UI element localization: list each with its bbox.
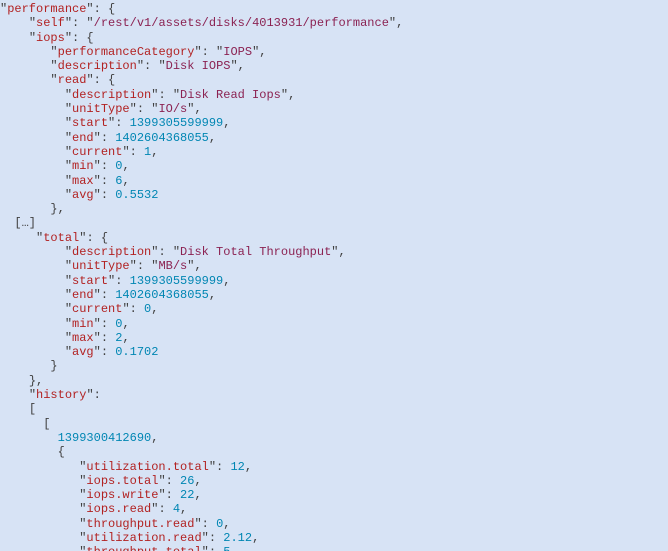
- code-line: {: [0, 445, 65, 459]
- code-line: "current": 0,: [0, 302, 158, 316]
- code-line: }: [0, 359, 58, 373]
- code-line: "current": 1,: [0, 145, 158, 159]
- code-line: "performance": {: [0, 2, 115, 16]
- code-line: [: [0, 417, 50, 431]
- code-line: "utilization.read": 2.12,: [0, 531, 259, 545]
- code-line: "iops.total": 26,: [0, 474, 202, 488]
- json-code-block: "performance": { "self": "/rest/v1/asset…: [0, 0, 668, 551]
- code-line: "description": "Disk Total Throughput",: [0, 245, 346, 259]
- code-line: "history":: [0, 388, 101, 402]
- code-line: "iops.write": 22,: [0, 488, 202, 502]
- code-line: 1399300412690,: [0, 431, 158, 445]
- code-line: "read": {: [0, 73, 115, 87]
- code-line: "avg": 0.5532: [0, 188, 158, 202]
- code-line: "min": 0,: [0, 159, 130, 173]
- code-line: "start": 1399305599999,: [0, 274, 230, 288]
- code-line: "utilization.total": 12,: [0, 460, 252, 474]
- code-line: "iops": {: [0, 31, 94, 45]
- code-line: },: [0, 202, 65, 216]
- code-line: "start": 1399305599999,: [0, 116, 230, 130]
- code-line: "total": {: [0, 231, 108, 245]
- code-line: "avg": 0.1702: [0, 345, 158, 359]
- code-line: "throughput.read": 0,: [0, 517, 230, 531]
- code-line: "min": 0,: [0, 317, 130, 331]
- code-line: "unitType": "MB/s",: [0, 259, 202, 273]
- code-line: "max": 6,: [0, 174, 130, 188]
- code-line: "self": "/rest/v1/assets/disks/4013931/p…: [0, 16, 403, 30]
- code-line: "description": "Disk IOPS",: [0, 59, 245, 73]
- code-line: "max": 2,: [0, 331, 130, 345]
- code-line: "throughput.total": 5,: [0, 545, 238, 551]
- code-line: "description": "Disk Read Iops",: [0, 88, 295, 102]
- code-line: [: [0, 402, 36, 416]
- code-line: "iops.read": 4,: [0, 502, 187, 516]
- code-line: […]: [0, 216, 36, 230]
- code-line: "end": 1402604368055,: [0, 131, 216, 145]
- code-line: "end": 1402604368055,: [0, 288, 216, 302]
- code-line: "unitType": "IO/s",: [0, 102, 202, 116]
- code-line: },: [0, 374, 43, 388]
- code-line: "performanceCategory": "IOPS",: [0, 45, 266, 59]
